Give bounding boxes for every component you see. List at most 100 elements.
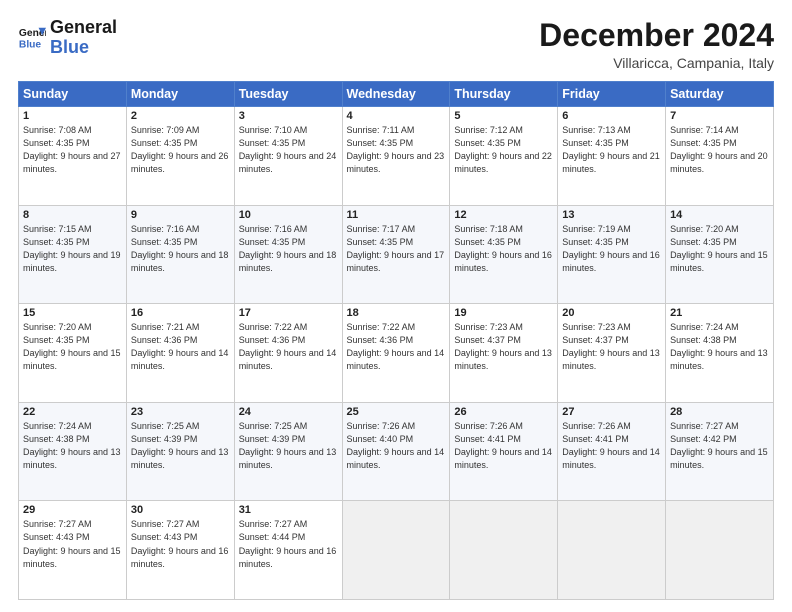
day-number: 12 bbox=[454, 209, 553, 221]
day-info: Sunrise: 7:17 AM Sunset: 4:35 PM Dayligh… bbox=[347, 223, 446, 275]
calendar-week-row: 1 Sunrise: 7:08 AM Sunset: 4:35 PM Daylig… bbox=[19, 107, 774, 206]
calendar-cell: 23 Sunrise: 7:25 AM Sunset: 4:39 PM Dayli… bbox=[126, 402, 234, 501]
calendar-cell: 10Sunrise: 7:16 AM Sunset: 4:35 PM Dayli… bbox=[234, 205, 342, 304]
calendar: Sunday Monday Tuesday Wednesday Thursday… bbox=[18, 81, 774, 600]
svg-text:Blue: Blue bbox=[19, 39, 42, 50]
calendar-cell: 6Sunrise: 7:13 AM Sunset: 4:35 PM Daylig… bbox=[558, 107, 666, 206]
day-number: 11 bbox=[347, 209, 446, 221]
day-info: Sunrise: 7:26 AM Sunset: 4:41 PM Dayligh… bbox=[454, 420, 553, 472]
day-info: Sunrise: 7:25 AM Sunset: 4:39 PM Dayligh… bbox=[239, 420, 338, 472]
day-info: Sunrise: 7:27 AM Sunset: 4:43 PM Dayligh… bbox=[131, 518, 230, 570]
calendar-cell: 12Sunrise: 7:18 AM Sunset: 4:35 PM Dayli… bbox=[450, 205, 558, 304]
day-number: 21 bbox=[670, 307, 769, 319]
day-number: 3 bbox=[239, 110, 338, 122]
calendar-cell: 13Sunrise: 7:19 AM Sunset: 4:35 PM Dayli… bbox=[558, 205, 666, 304]
day-info: Sunrise: 7:16 AM Sunset: 4:35 PM Dayligh… bbox=[131, 223, 230, 275]
col-sunday: Sunday bbox=[19, 82, 127, 107]
calendar-cell: 28Sunrise: 7:27 AM Sunset: 4:42 PM Dayli… bbox=[666, 402, 774, 501]
page: General Blue General Blue December 2024 … bbox=[0, 0, 792, 612]
day-info: Sunrise: 7:22 AM Sunset: 4:36 PM Dayligh… bbox=[347, 321, 446, 373]
col-saturday: Saturday bbox=[666, 82, 774, 107]
calendar-cell: 2 Sunrise: 7:09 AM Sunset: 4:35 PM Daylig… bbox=[126, 107, 234, 206]
day-number: 23 bbox=[131, 406, 230, 418]
calendar-cell: 14 Sunrise: 7:20 AM Sunset: 4:35 PM Dayli… bbox=[666, 205, 774, 304]
calendar-cell: 24 Sunrise: 7:25 AM Sunset: 4:39 PM Dayli… bbox=[234, 402, 342, 501]
calendar-cell: 30Sunrise: 7:27 AM Sunset: 4:43 PM Dayli… bbox=[126, 501, 234, 600]
calendar-cell: 17Sunrise: 7:22 AM Sunset: 4:36 PM Dayli… bbox=[234, 304, 342, 403]
col-monday: Monday bbox=[126, 82, 234, 107]
col-thursday: Thursday bbox=[450, 82, 558, 107]
calendar-cell bbox=[558, 501, 666, 600]
day-info: Sunrise: 7:27 AM Sunset: 4:44 PM Dayligh… bbox=[239, 518, 338, 570]
day-number: 1 bbox=[23, 110, 122, 122]
calendar-cell: 3 Sunrise: 7:10 AM Sunset: 4:35 PM Daylig… bbox=[234, 107, 342, 206]
calendar-cell: 22 Sunrise: 7:24 AM Sunset: 4:38 PM Dayli… bbox=[19, 402, 127, 501]
calendar-cell: 31 Sunrise: 7:27 AM Sunset: 4:44 PM Dayli… bbox=[234, 501, 342, 600]
col-tuesday: Tuesday bbox=[234, 82, 342, 107]
calendar-cell: 29Sunrise: 7:27 AM Sunset: 4:43 PM Dayli… bbox=[19, 501, 127, 600]
location-subtitle: Villaricca, Campania, Italy bbox=[539, 55, 774, 71]
day-info: Sunrise: 7:08 AM Sunset: 4:35 PM Dayligh… bbox=[23, 124, 122, 176]
day-info: Sunrise: 7:09 AM Sunset: 4:35 PM Dayligh… bbox=[131, 124, 230, 176]
calendar-cell: 20Sunrise: 7:23 AM Sunset: 4:37 PM Dayli… bbox=[558, 304, 666, 403]
day-info: Sunrise: 7:26 AM Sunset: 4:41 PM Dayligh… bbox=[562, 420, 661, 472]
calendar-cell: 15Sunrise: 7:20 AM Sunset: 4:35 PM Dayli… bbox=[19, 304, 127, 403]
calendar-cell: 27 Sunrise: 7:26 AM Sunset: 4:41 PM Dayli… bbox=[558, 402, 666, 501]
calendar-cell: 19 Sunrise: 7:23 AM Sunset: 4:37 PM Dayli… bbox=[450, 304, 558, 403]
day-info: Sunrise: 7:10 AM Sunset: 4:35 PM Dayligh… bbox=[239, 124, 338, 176]
day-info: Sunrise: 7:25 AM Sunset: 4:39 PM Dayligh… bbox=[131, 420, 230, 472]
day-number: 6 bbox=[562, 110, 661, 122]
day-number: 31 bbox=[239, 504, 338, 516]
header: General Blue General Blue December 2024 … bbox=[18, 18, 774, 71]
day-info: Sunrise: 7:24 AM Sunset: 4:38 PM Dayligh… bbox=[23, 420, 122, 472]
day-info: Sunrise: 7:20 AM Sunset: 4:35 PM Dayligh… bbox=[670, 223, 769, 275]
calendar-cell: 5 Sunrise: 7:12 AM Sunset: 4:35 PM Daylig… bbox=[450, 107, 558, 206]
calendar-header-row: Sunday Monday Tuesday Wednesday Thursday… bbox=[19, 82, 774, 107]
calendar-week-row: 8 Sunrise: 7:15 AM Sunset: 4:35 PM Daylig… bbox=[19, 205, 774, 304]
day-number: 27 bbox=[562, 406, 661, 418]
month-title: December 2024 bbox=[539, 18, 774, 53]
calendar-week-row: 29Sunrise: 7:27 AM Sunset: 4:43 PM Dayli… bbox=[19, 501, 774, 600]
day-number: 5 bbox=[454, 110, 553, 122]
calendar-cell: 7 Sunrise: 7:14 AM Sunset: 4:35 PM Daylig… bbox=[666, 107, 774, 206]
day-number: 17 bbox=[239, 307, 338, 319]
logo-icon: General Blue bbox=[18, 24, 46, 52]
col-wednesday: Wednesday bbox=[342, 82, 450, 107]
day-number: 2 bbox=[131, 110, 230, 122]
calendar-cell: 11 Sunrise: 7:17 AM Sunset: 4:35 PM Dayli… bbox=[342, 205, 450, 304]
calendar-cell bbox=[450, 501, 558, 600]
day-number: 26 bbox=[454, 406, 553, 418]
day-number: 9 bbox=[131, 209, 230, 221]
calendar-cell: 8 Sunrise: 7:15 AM Sunset: 4:35 PM Daylig… bbox=[19, 205, 127, 304]
day-info: Sunrise: 7:12 AM Sunset: 4:35 PM Dayligh… bbox=[454, 124, 553, 176]
calendar-cell: 26 Sunrise: 7:26 AM Sunset: 4:41 PM Dayli… bbox=[450, 402, 558, 501]
calendar-week-row: 15Sunrise: 7:20 AM Sunset: 4:35 PM Dayli… bbox=[19, 304, 774, 403]
day-number: 28 bbox=[670, 406, 769, 418]
day-number: 14 bbox=[670, 209, 769, 221]
day-info: Sunrise: 7:21 AM Sunset: 4:36 PM Dayligh… bbox=[131, 321, 230, 373]
calendar-cell bbox=[342, 501, 450, 600]
day-number: 22 bbox=[23, 406, 122, 418]
day-info: Sunrise: 7:20 AM Sunset: 4:35 PM Dayligh… bbox=[23, 321, 122, 373]
col-friday: Friday bbox=[558, 82, 666, 107]
day-info: Sunrise: 7:15 AM Sunset: 4:35 PM Dayligh… bbox=[23, 223, 122, 275]
day-info: Sunrise: 7:14 AM Sunset: 4:35 PM Dayligh… bbox=[670, 124, 769, 176]
day-number: 24 bbox=[239, 406, 338, 418]
day-number: 16 bbox=[131, 307, 230, 319]
title-block: December 2024 Villaricca, Campania, Ital… bbox=[539, 18, 774, 71]
day-info: Sunrise: 7:26 AM Sunset: 4:40 PM Dayligh… bbox=[347, 420, 446, 472]
calendar-week-row: 22 Sunrise: 7:24 AM Sunset: 4:38 PM Dayli… bbox=[19, 402, 774, 501]
day-info: Sunrise: 7:27 AM Sunset: 4:43 PM Dayligh… bbox=[23, 518, 122, 570]
calendar-cell: 16 Sunrise: 7:21 AM Sunset: 4:36 PM Dayli… bbox=[126, 304, 234, 403]
logo-line1: General bbox=[50, 18, 117, 38]
calendar-cell bbox=[666, 501, 774, 600]
day-number: 13 bbox=[562, 209, 661, 221]
day-number: 4 bbox=[347, 110, 446, 122]
logo-line2: Blue bbox=[50, 38, 117, 58]
day-number: 8 bbox=[23, 209, 122, 221]
day-info: Sunrise: 7:16 AM Sunset: 4:35 PM Dayligh… bbox=[239, 223, 338, 275]
calendar-cell: 1 Sunrise: 7:08 AM Sunset: 4:35 PM Daylig… bbox=[19, 107, 127, 206]
day-number: 7 bbox=[670, 110, 769, 122]
day-info: Sunrise: 7:23 AM Sunset: 4:37 PM Dayligh… bbox=[454, 321, 553, 373]
day-number: 19 bbox=[454, 307, 553, 319]
